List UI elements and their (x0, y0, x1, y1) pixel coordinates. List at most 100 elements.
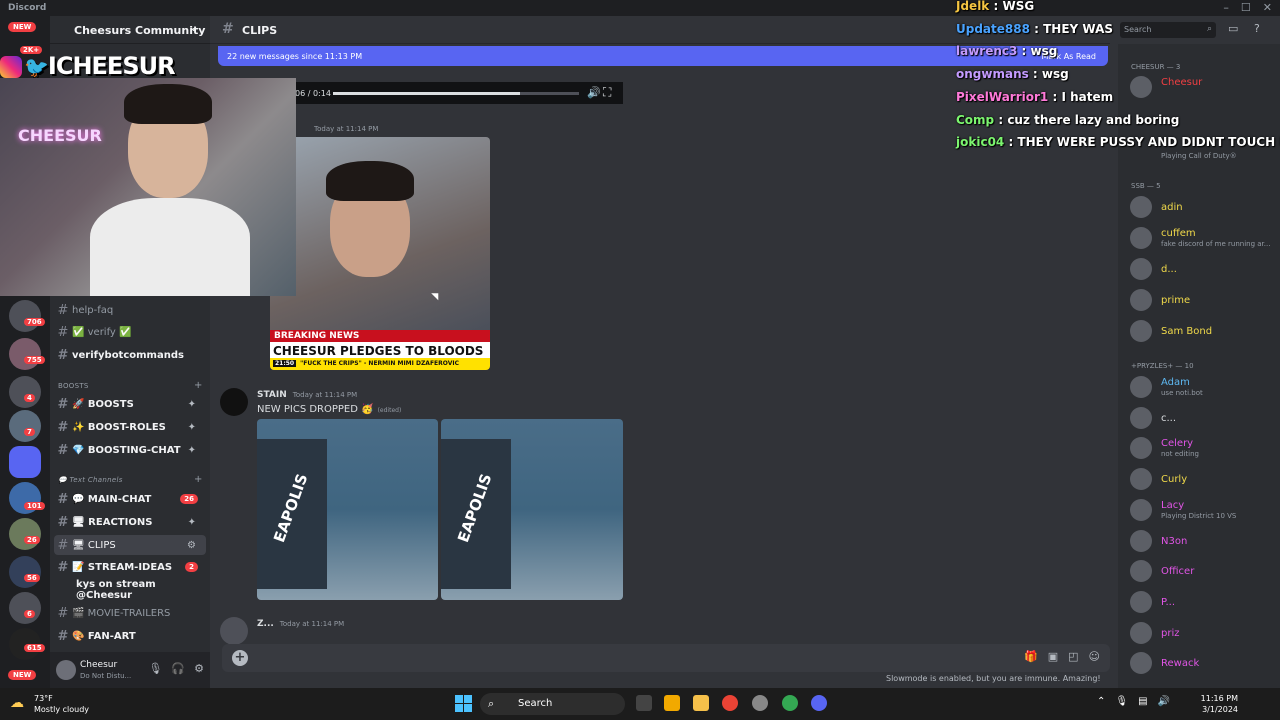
gift-icon[interactable]: 🎁 (1024, 650, 1038, 663)
server-name: Cheesurs Community (74, 24, 206, 37)
video-progress[interactable] (333, 92, 579, 95)
channel-boosts[interactable]: # 🚀 BOOSTS ✦ (54, 394, 206, 414)
search-input[interactable]: Search ⌕ (1120, 22, 1216, 38)
member-category: +Pryzles+ — 10 (1131, 362, 1194, 370)
avatar (1130, 621, 1152, 644)
file-explorer-icon[interactable] (693, 695, 709, 711)
member-item[interactable]: Celery not editing (1130, 435, 1278, 463)
hash-icon: # (57, 537, 69, 553)
chat-separator: : (989, 0, 1003, 13)
inbox-icon[interactable]: ▭ (1228, 22, 1238, 35)
volume-icon[interactable]: 🔊 (587, 86, 601, 99)
plus-icon[interactable]: + (194, 380, 203, 391)
channel-verify[interactable]: # ✅ verify ✅ (54, 322, 206, 342)
gear-icon[interactable]: ⚙ (187, 540, 196, 551)
member-item[interactable]: c... (1130, 405, 1278, 433)
volume-icon[interactable]: 🔊 (1158, 696, 1170, 707)
server-icon[interactable] (9, 338, 41, 370)
server-icon[interactable] (9, 518, 41, 550)
microphone-icon[interactable]: 🎙 (1115, 696, 1128, 707)
server-icon[interactable] (9, 376, 41, 408)
category-text-channels[interactable]: 💬 Text Channels + (58, 474, 202, 485)
sticker-icon[interactable]: ◰ (1068, 650, 1078, 663)
add-attachment-button[interactable]: + (232, 650, 248, 666)
member-item[interactable]: cuffem fake discord of me running ar... (1130, 225, 1278, 253)
maximize-button[interactable]: ☐ (1241, 1, 1251, 14)
channel-clips[interactable]: # 🖥 CLIPS ⚙ (54, 535, 206, 555)
channel-fan-art[interactable]: # 🎨 FAN-ART (54, 626, 206, 646)
gear-icon[interactable]: ⚙ (194, 662, 204, 675)
member-item[interactable]: prime (1130, 287, 1278, 315)
channel-movie-trailers[interactable]: # 🎬 MOVIE-TRAILERS (54, 603, 206, 623)
member-item[interactable]: priz (1130, 620, 1278, 648)
member-name: cuffem (1161, 228, 1196, 239)
plus-icon[interactable]: + (194, 474, 203, 485)
video-progress-fill (333, 92, 520, 95)
windows-start-icon[interactable] (455, 695, 472, 712)
headphones-icon[interactable]: 🎧 (171, 662, 185, 675)
server-icon[interactable] (9, 592, 41, 624)
server-icon[interactable] (9, 300, 41, 332)
news-ticker: 21:50 "FUCK THE CRIPS" - NERMIN MIMI DZAF… (270, 358, 490, 370)
member-item[interactable]: Curly (1130, 466, 1278, 494)
help-icon[interactable]: ? (1254, 22, 1260, 35)
photo-attachment[interactable]: EAPOLIS (257, 419, 438, 600)
chrome-icon[interactable] (722, 695, 738, 711)
discord-icon[interactable] (811, 695, 827, 711)
member-item[interactable]: Officer (1130, 558, 1278, 586)
hash-icon: # (57, 559, 69, 575)
fullscreen-icon[interactable]: ⛶ (603, 85, 611, 100)
gif-icon[interactable]: ▣ (1048, 650, 1058, 663)
obs-icon[interactable] (752, 695, 768, 711)
app-icon[interactable] (664, 695, 680, 711)
weather-widget[interactable]: 73°F Mostly cloudy (34, 693, 89, 715)
server-header[interactable]: Cheesurs Community ⌄ (50, 16, 210, 44)
task-view-icon[interactable] (636, 695, 652, 711)
thread-kys-on-stream[interactable]: kys on stream @Cheesur (54, 579, 206, 601)
channel-main-chat[interactable]: # 💬 MAIN-CHAT 26 (54, 489, 206, 509)
message-composer[interactable]: + 🎁 ▣ ◰ ☺ (222, 644, 1110, 672)
network-icon[interactable]: ▤ (1138, 696, 1147, 707)
chat-username: jokic04 (956, 135, 1005, 150)
folder-icon[interactable] (9, 446, 41, 478)
avatar (1130, 289, 1152, 311)
channel-boost-roles[interactable]: # ✨ BOOST-ROLES ✦ (54, 417, 206, 437)
category-boosts[interactable]: BOOSTS + (58, 380, 202, 391)
member-item[interactable]: N3on (1130, 528, 1278, 556)
member-item[interactable]: P... (1130, 589, 1278, 617)
chrome-icon[interactable] (782, 695, 798, 711)
microphone-icon[interactable]: 🎙 (148, 662, 162, 675)
message-author[interactable]: STAIN (257, 390, 287, 400)
message-author[interactable]: Z... (257, 619, 274, 629)
news-thumbnail[interactable]: BREAKING NEWS CHEESUR PLEDGES TO BLOODS … (270, 137, 490, 370)
server-icon[interactable] (9, 556, 41, 588)
video-time: 06 / 0:14 (295, 89, 331, 98)
channel-boosting-chat[interactable]: # 💎 BOOSTING-CHAT ✦ (54, 440, 206, 460)
taskbar-search[interactable]: ⌕ Search (480, 693, 625, 715)
channel-verifybotcommands[interactable]: # verifybotcommands (54, 345, 206, 365)
member-item[interactable]: adin (1130, 194, 1278, 222)
member-item[interactable]: d... (1130, 256, 1278, 284)
system-clock[interactable]: 11:16 PM 3/1/2024 (1201, 693, 1238, 715)
avatar[interactable] (220, 388, 248, 416)
server-icon[interactable] (9, 410, 41, 442)
member-item[interactable]: Rewack (1130, 650, 1278, 678)
channel-reactions[interactable]: # 🖥 REACTIONS ✦ (54, 512, 206, 532)
close-button[interactable]: ✕ (1263, 1, 1272, 14)
member-item[interactable]: Sam Bond (1130, 318, 1278, 346)
member-item[interactable]: Adam use noti.bot (1130, 374, 1278, 402)
taskbar: ☁ 73°F Mostly cloudy ⌕ Search ⌃ 🎙 ▤ 🔊 11:1… (0, 688, 1280, 720)
avatar[interactable] (56, 660, 76, 680)
chevron-up-icon[interactable]: ⌃ (1097, 696, 1105, 707)
photo-attachment[interactable]: EAPOLIS (441, 419, 623, 600)
emoji-icon[interactable]: ☺ (1089, 650, 1100, 663)
avatar[interactable] (220, 617, 248, 645)
server-badge: 4 (24, 394, 35, 402)
member-name: P... (1161, 596, 1176, 608)
channel-help-faq[interactable]: # help-faq (54, 300, 206, 320)
member-item[interactable]: Cheesur (1130, 74, 1278, 102)
channel-stream-ideas[interactable]: # 📝 STREAM-IDEAS 2 (54, 557, 206, 577)
chat-message: THEY WERE PUSSY AND DIDNT TOUCH IT (1017, 135, 1280, 150)
minimize-button[interactable]: – (1223, 1, 1229, 14)
member-item[interactable]: Lacy Playing District 10 VS (1130, 497, 1278, 525)
